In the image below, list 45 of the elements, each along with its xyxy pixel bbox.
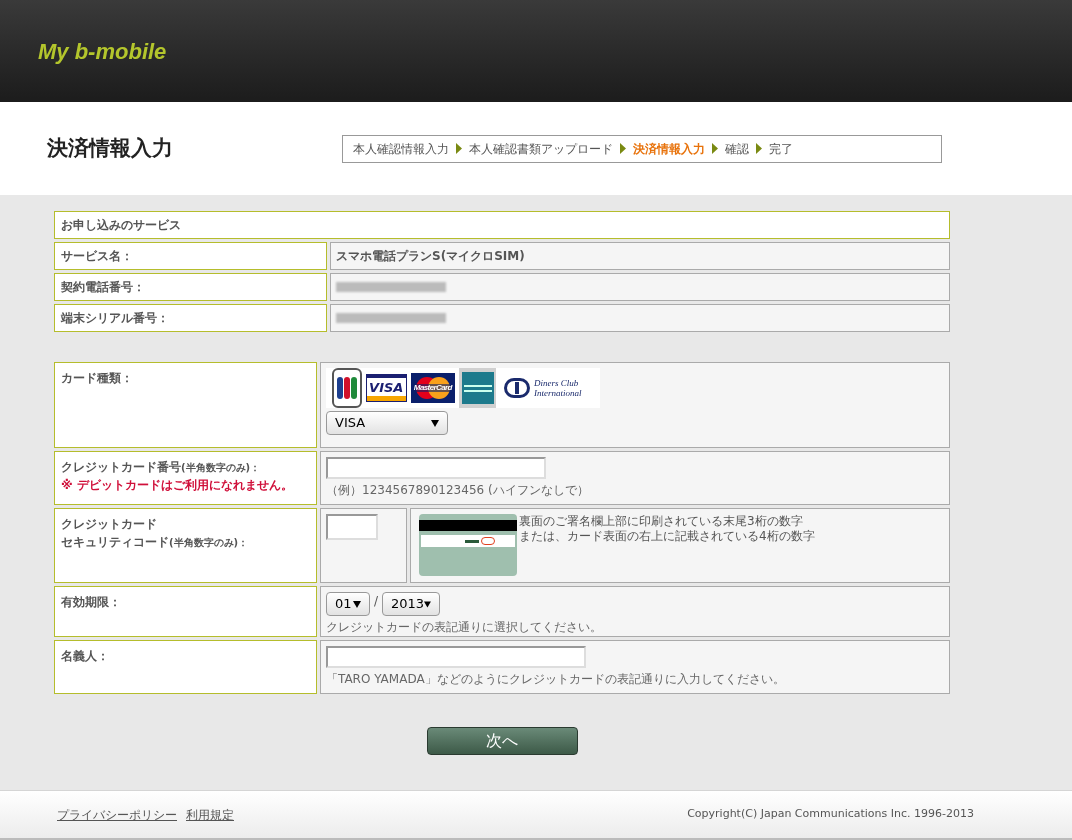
field-label: クレジットカード番号(半角数字のみ)： [61, 459, 262, 476]
help-text: または、カード表面の右上に記載されている4桁の数字 [519, 529, 815, 544]
dropdown-caret-icon [431, 419, 439, 427]
hint-text: （例）1234567890123456 (ハイフンなしで） [326, 482, 590, 499]
amex-logo-icon [459, 368, 496, 408]
section-heading: お申し込みのサービス [54, 211, 950, 239]
next-button[interactable]: 次へ [426, 727, 578, 755]
field-label: カード種類： [54, 362, 317, 448]
progress-step: 本人確認情報入力 [353, 139, 449, 158]
footer-link[interactable]: 利用規定 [186, 805, 234, 824]
step-arrow-icon [712, 143, 718, 154]
field-label: 名義人： [54, 640, 317, 694]
site-logo[interactable]: My b-mobile [38, 34, 167, 68]
field-label: 有効期限： [54, 586, 317, 637]
step-arrow-icon [756, 143, 762, 154]
date-separator: / [374, 593, 379, 610]
card-number-input[interactable] [326, 457, 546, 479]
card-type-select[interactable]: VISA [326, 411, 448, 435]
cardholder-name-input[interactable] [326, 646, 586, 668]
progress-step: 決済情報入力 [633, 139, 705, 158]
field-label: サービス名： [54, 242, 327, 270]
field-value: スマホ電話プランS(マイクロSIM) [336, 248, 525, 265]
footer-link[interactable]: プライバシーポリシー [57, 805, 177, 824]
help-text: 裏面のご署名欄上部に印刷されている末尾3桁の数字 [519, 514, 804, 529]
dropdown-caret-icon [424, 600, 432, 608]
field-label: クレジットカード [61, 516, 158, 533]
progress-step: 確認 [725, 139, 749, 158]
mastercard-logo: MasterCard [410, 373, 456, 403]
step-arrow-icon [456, 143, 462, 154]
field-label: 端末シリアル番号： [54, 304, 327, 332]
security-code-input[interactable] [326, 514, 378, 540]
progress-step: 本人確認書類アップロード [469, 139, 613, 158]
field-label: 契約電話番号： [54, 273, 327, 301]
year-select[interactable]: 2013 [382, 592, 441, 616]
warning-text: ※ デビットカードはご利用になれません。 [61, 477, 294, 494]
field-label: セキュリティコード(半角数字のみ)： [61, 534, 250, 551]
progress-step: 完了 [769, 139, 793, 158]
copyright-text: Copyright(C) Japan Communications Inc. 1996-2013 [687, 806, 974, 823]
hint-text: クレジットカードの表記通りに選択してください。 [326, 619, 603, 636]
visa-logo: VISA [365, 374, 407, 402]
step-arrow-icon [620, 143, 626, 154]
dropdown-caret-icon [353, 600, 361, 608]
hint-text: 「TARO YAMADA」などのようにクレジットカードの表記通りに入力してください。 [326, 671, 786, 688]
month-select[interactable]: 01 [326, 592, 370, 616]
page-title: 決済情報入力 [47, 134, 174, 162]
